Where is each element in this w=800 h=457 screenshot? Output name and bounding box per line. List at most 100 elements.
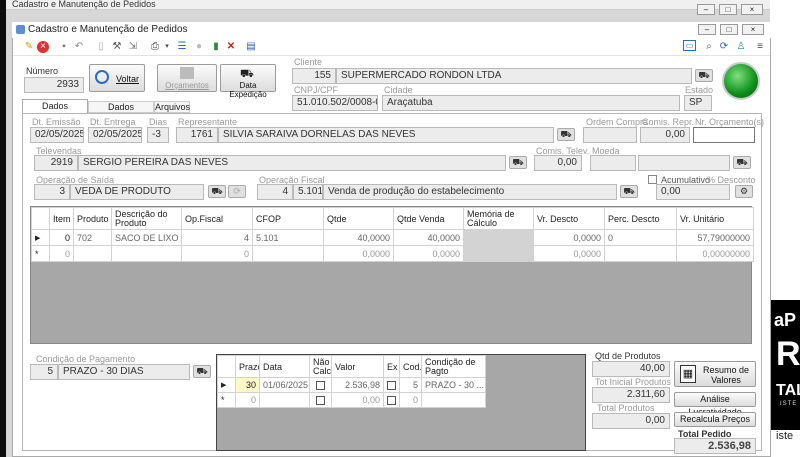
ex-checkbox[interactable] (387, 381, 396, 391)
tab-dados-principais[interactable]: Dados Principais (22, 99, 88, 124)
nao-calc-checkbox[interactable] (316, 381, 325, 391)
op-fiscal-lookup-icon[interactable]: ⛟ (620, 185, 638, 198)
col-item[interactable]: Item (49, 207, 74, 230)
op-saida-name-field[interactable]: VEDA DE PRODUTO (70, 184, 204, 200)
export-excel-icon[interactable]: ▮ (209, 40, 223, 54)
tools-icon[interactable]: ⚒ (110, 40, 124, 54)
cell-cod[interactable]: 5 (399, 377, 422, 393)
table-row[interactable]: ▶ 0 702 SACO DE LIXO ... 4 5.101 40,0000… (31, 229, 754, 246)
search-icon[interactable]: ⌕ (702, 40, 716, 54)
cell-perc-descto[interactable]: 0 (604, 229, 677, 246)
moeda-field[interactable] (590, 155, 636, 171)
col-qtde-venda[interactable]: Qtde Venda (393, 207, 464, 230)
comis-telev-field[interactable]: 0,00 (534, 155, 582, 171)
cell-condicao[interactable] (421, 392, 486, 408)
tab-dados-adicionais[interactable]: Dados Adicionais (88, 101, 154, 123)
estado-field[interactable]: SP (684, 95, 712, 111)
representante-code-field[interactable]: 1761 (176, 127, 218, 143)
col-descricao[interactable]: Descrição do Produto (111, 207, 182, 230)
cell-vr-unitario[interactable]: 0,00000000 (676, 245, 754, 262)
dt-entrega-field[interactable]: 02/05/2025 (88, 127, 142, 143)
col-produto[interactable]: Produto (73, 207, 112, 230)
cell-qtde-venda[interactable]: 0,0000 (393, 245, 464, 262)
comis-repr-field[interactable]: 0,00 (640, 127, 690, 143)
col-data[interactable]: Data (259, 355, 310, 378)
undo-icon[interactable]: ↶ (72, 40, 86, 54)
document-icon[interactable]: ▯ (94, 40, 108, 54)
cell-vr-descto[interactable]: 0,0000 (533, 245, 605, 262)
close-button[interactable]: × (742, 24, 764, 35)
desconto-settings-icon[interactable]: ⚙ (735, 185, 753, 198)
op-fiscal-cfop-field[interactable]: 5.101 (293, 184, 323, 200)
tab-arquivos[interactable]: Arquivos (154, 101, 190, 113)
list-icon[interactable]: ☰ (175, 40, 189, 54)
cell-item[interactable]: 0 (49, 229, 74, 246)
representante-lookup-icon[interactable]: ⛟ (557, 128, 575, 141)
dt-emissao-field[interactable]: 02/05/2025 (30, 127, 84, 143)
op-saida-code-field[interactable]: 3 (34, 184, 70, 200)
data-expedicao-button[interactable]: ⛟ Data Expedição (220, 64, 276, 99)
items-grid[interactable]: Item Produto Descrição do Produto Op.Fis… (30, 206, 754, 344)
pagamento-name-field[interactable]: PRAZO - 30 DIAS (58, 364, 190, 380)
cell-vr-descto[interactable]: 0,0000 (533, 229, 605, 246)
cell-ex[interactable] (383, 377, 400, 393)
cell-descricao[interactable]: SACO DE LIXO ... (111, 229, 182, 246)
cell-cod[interactable]: 0 (399, 392, 422, 408)
cell-vr-unitario[interactable]: 57,79000000 (676, 229, 754, 246)
col-perc-descto[interactable]: Perc. Descto (604, 207, 677, 230)
cell-produto[interactable]: 702 (73, 229, 112, 246)
user-icon[interactable]: ♙ (734, 40, 748, 54)
col-memoria[interactable]: Memória de Cálculo (463, 207, 534, 230)
cliente-code-field[interactable]: 155 (292, 68, 336, 84)
cell-opfiscal[interactable]: 0 (181, 245, 253, 262)
table-row[interactable]: * 0 0,00 0 (217, 392, 486, 408)
op-fiscal-name-field[interactable]: Venda de produção do estabelecimento (323, 184, 617, 200)
ex-checkbox[interactable] (387, 396, 396, 406)
col-vr-descto[interactable]: Vr. Descto (533, 207, 605, 230)
cell-memoria[interactable] (463, 245, 534, 262)
cell-nao-calc[interactable] (309, 392, 332, 408)
col-vr-unitario[interactable]: Vr. Unitário (676, 207, 754, 230)
cliente-name-field[interactable]: SUPERMERCADO RONDON LTDA (336, 68, 692, 84)
voltar-button[interactable]: Voltar (89, 64, 145, 92)
representante-name-field[interactable]: SILVIA SARAIVA DORNELAS DAS NEVES (218, 127, 554, 143)
cidade-field[interactable]: Araçatuba (382, 95, 680, 111)
moeda-name-field[interactable] (638, 155, 730, 171)
menu-icon[interactable]: ≡ (753, 40, 767, 54)
cell-data[interactable] (259, 392, 310, 408)
analise-lucratividade-button[interactable]: Análise Lucratividade (674, 392, 756, 417)
televendas-code-field[interactable]: 2919 (34, 155, 78, 171)
col-ex[interactable]: Ex (383, 355, 400, 378)
col-valor[interactable]: Valor (331, 355, 384, 378)
col-cfop[interactable]: CFOP (252, 207, 324, 230)
cancel-icon[interactable]: × (37, 41, 49, 53)
cell-valor[interactable]: 0,00 (331, 392, 384, 408)
cell-perc-descto[interactable] (604, 245, 677, 262)
disabled-icon[interactable]: ● (192, 40, 206, 54)
outer-maximize-button[interactable]: □ (719, 4, 737, 15)
col-condicao[interactable]: Condição de Pagto (421, 355, 486, 378)
refresh-icon[interactable]: ⟳ (717, 40, 731, 54)
cell-memoria[interactable] (463, 229, 534, 246)
total-pedido-field[interactable]: 2.536,98 (674, 438, 756, 454)
table-row[interactable]: ▶ 30 01/06/2025 2.536,98 5 PRAZO - 30 ..… (217, 377, 486, 393)
cell-qtde[interactable]: 0,0000 (323, 245, 394, 262)
pagamento-lookup-icon[interactable]: ⛟ (193, 365, 211, 378)
prazo-grid[interactable]: Prazo Data Não Calc Valor Ex Cod. Condiç… (216, 354, 586, 451)
cell-qtde[interactable]: 40,0000 (323, 229, 394, 246)
col-prazo[interactable]: Prazo (235, 355, 260, 378)
col-nao-calc[interactable]: Não Calc (309, 355, 332, 378)
col-cod[interactable]: Cod. (399, 355, 422, 378)
cell-prazo[interactable]: 30 (235, 377, 260, 393)
acumulativo-checkbox[interactable] (648, 175, 657, 184)
dias-field[interactable]: -3 (147, 127, 169, 143)
outer-close-button[interactable]: × (741, 4, 763, 15)
window-icon[interactable]: ▭ (683, 40, 696, 51)
recalcula-precos-button[interactable]: Recalcula Preços (674, 412, 756, 427)
televendas-lookup-icon[interactable]: ⛟ (509, 156, 527, 169)
ordem-compra-field[interactable] (583, 127, 637, 143)
op-saida-refresh-icon[interactable]: ⟳ (228, 185, 246, 198)
delete-icon[interactable]: ✕ (224, 40, 238, 54)
resumo-valores-button[interactable]: ▦ Resumo de Valores (674, 361, 756, 387)
pagamento-code-field[interactable]: 5 (30, 364, 58, 380)
